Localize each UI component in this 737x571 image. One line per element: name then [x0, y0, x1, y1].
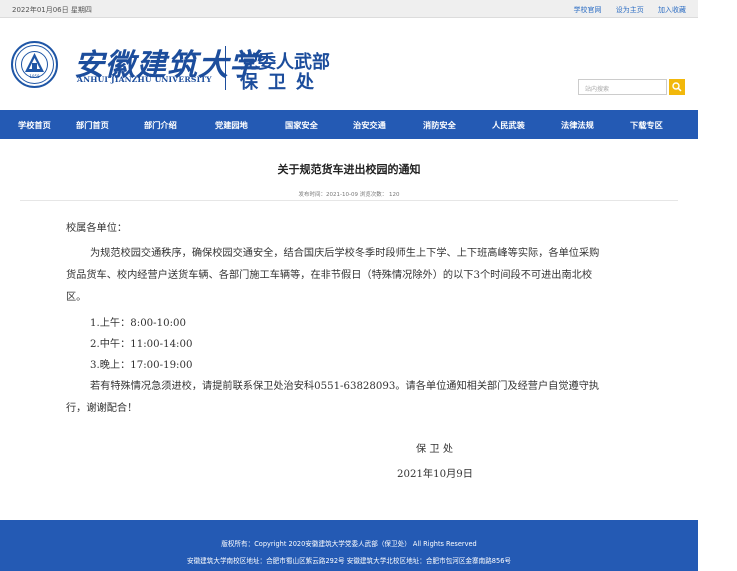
school-site-link[interactable]: 学校官网 [574, 6, 602, 14]
search-icon [672, 82, 682, 92]
copyright-text: 版权所有：Copyright 2020安徽建筑大学党委人武部（保卫处） All … [221, 540, 477, 548]
nav-downloads[interactable]: 下载专区 [630, 119, 663, 131]
current-date: 2022年01月06日 星期四 [12, 6, 92, 14]
paragraph-line: 行，谢谢配合！ [66, 403, 138, 414]
nav-laws[interactable]: 法律法规 [561, 119, 594, 131]
seal-year: 1958 [29, 74, 40, 79]
department-name-line2: 保卫处 [240, 72, 324, 93]
paragraph-line: 若有特殊情况急须进校，请提前联系保卫处治安科0551-63828093。请各单位… [90, 381, 600, 392]
main-nav: 学校首页 部门首页 部门介绍 党建园地 国家安全 治安交通 消防安全 人民武装 … [0, 110, 698, 139]
signature-date: 2021年10月9日 [397, 469, 473, 480]
nav-school-home[interactable]: 学校首页 [18, 119, 51, 131]
logo-divider [225, 46, 226, 90]
site-search-input[interactable]: 站内搜索 [578, 79, 667, 95]
nav-dept-home[interactable]: 部门首页 [76, 119, 109, 131]
set-homepage-link[interactable]: 设为主页 [616, 6, 644, 14]
site-header: 1958 安徽建筑大学 ANHUI JIANZHU UNIVERSITY 党委人… [0, 18, 698, 110]
nav-public-traffic[interactable]: 治安交通 [353, 119, 386, 131]
nav-dept-intro[interactable]: 部门介绍 [144, 119, 177, 131]
nav-national-security[interactable]: 国家安全 [285, 119, 318, 131]
search-button[interactable] [669, 79, 685, 95]
add-favorite-link[interactable]: 加入收藏 [658, 6, 686, 14]
top-links: 学校官网 设为主页 加入收藏 [562, 5, 686, 15]
time-item: 2.中午：11:00-14:00 [90, 339, 193, 350]
nav-party-building[interactable]: 党建园地 [215, 119, 248, 131]
salutation: 校属各单位： [66, 223, 128, 234]
site-footer: 版权所有：Copyright 2020安徽建筑大学党委人武部（保卫处） All … [0, 520, 698, 571]
nav-fire-safety[interactable]: 消防安全 [423, 119, 456, 131]
time-item: 3.晚上：17:00-19:00 [90, 360, 193, 371]
signature: 保 卫 处 [416, 444, 454, 455]
nav-people-armed[interactable]: 人民武装 [492, 119, 525, 131]
time-item: 1.上午：8:00-10:00 [90, 318, 186, 329]
paragraph-line: 为规范校园交通秩序，确保校园交通安全，结合国庆后学校冬季时段师生上下学、上下班高… [90, 248, 600, 259]
university-name-en: ANHUI JIANZHU UNIVERSITY [77, 75, 212, 84]
article-meta: 发布时间：2021-10-09 浏览次数： 120 [298, 192, 400, 198]
paragraph-line: 货品货车、校内经营户送货车辆、各部门施工车辆等，在非节假日（特殊情况除外）的以下… [66, 270, 593, 281]
top-bar: 2022年01月06日 星期四 学校官网 设为主页 加入收藏 [0, 0, 698, 18]
divider [20, 200, 678, 201]
paragraph-line: 区。 [66, 292, 87, 303]
page: 2022年01月06日 星期四 学校官网 设为主页 加入收藏 1958 安徽建筑… [0, 0, 737, 571]
university-seal-logo[interactable]: 1958 [11, 41, 58, 88]
address-text: 安徽建筑大学南校区地址：合肥市蜀山区紫云路292号 安徽建筑大学北校区地址：合肥… [187, 557, 511, 565]
article-title: 关于规范货车进出校园的通知 [277, 163, 421, 176]
